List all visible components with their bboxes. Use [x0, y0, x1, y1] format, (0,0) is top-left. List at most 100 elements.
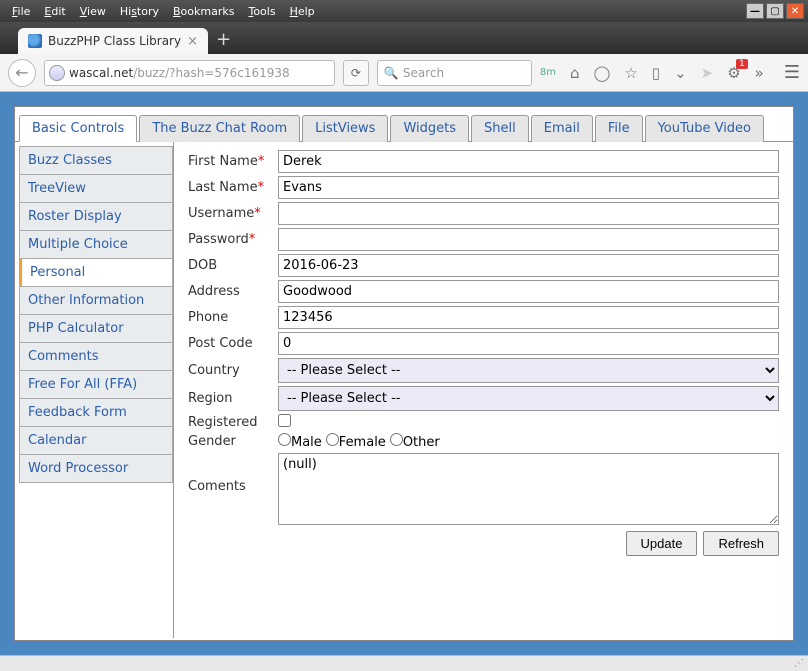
password-input[interactable] [278, 228, 779, 251]
top-tab-the-buzz-chat-room[interactable]: The Buzz Chat Room [139, 115, 300, 142]
post-code-input[interactable] [278, 332, 779, 355]
search-icon: 🔍 [384, 66, 399, 80]
label-last-name: Last Name* [188, 180, 278, 195]
gender-radio-male[interactable] [278, 433, 291, 446]
pocket-icon[interactable]: ⌄ [674, 64, 687, 82]
refresh-button[interactable]: Refresh [703, 531, 779, 556]
label-address: Address [188, 284, 278, 299]
resize-grip-icon[interactable]: ⋰ [794, 658, 804, 669]
comments-textarea[interactable]: (null) [278, 453, 779, 525]
address-input[interactable] [278, 280, 779, 303]
menu-file[interactable]: File [6, 3, 36, 20]
overflow-button[interactable]: » [755, 64, 764, 82]
sidebar: Buzz ClassesTreeViewRoster DisplayMultip… [15, 142, 173, 638]
new-tab-button[interactable]: + [216, 29, 231, 50]
url-path: /buzz/?hash=576c161938 [133, 66, 289, 80]
sidebar-item-treeview[interactable]: TreeView [19, 174, 173, 202]
form-panel: First Name* Last Name* Username* Passwor… [173, 142, 793, 638]
menu-tools[interactable]: Tools [242, 3, 281, 20]
region-select[interactable]: -- Please Select -- [278, 386, 779, 411]
page-background: Basic ControlsThe Buzz Chat RoomListView… [0, 92, 808, 655]
registered-checkbox[interactable] [278, 414, 291, 427]
browser-tab[interactable]: BuzzPHP Class Library × [18, 28, 208, 54]
addon-badge: 1 [736, 59, 748, 69]
top-tab-email[interactable]: Email [531, 115, 593, 142]
browser-toolbar: ← wascal.net/buzz/?hash=576c161938 ⟳ 🔍 S… [0, 54, 808, 92]
hamburger-menu-icon[interactable]: ☰ [784, 62, 800, 83]
gender-radio-female[interactable] [326, 433, 339, 446]
top-tab-basic-controls[interactable]: Basic Controls [19, 115, 137, 142]
sidebar-item-personal[interactable]: Personal [19, 258, 173, 286]
sidebar-item-other-information[interactable]: Other Information [19, 286, 173, 314]
sidebar-item-word-processor[interactable]: Word Processor [19, 454, 173, 483]
maximize-button[interactable]: ▢ [766, 3, 784, 19]
first-name-input[interactable] [278, 150, 779, 173]
dob-input[interactable] [278, 254, 779, 277]
gender-option-male[interactable]: Male [278, 433, 322, 450]
gender-option-other[interactable]: Other [390, 433, 440, 450]
sidebar-item-multiple-choice[interactable]: Multiple Choice [19, 230, 173, 258]
update-button[interactable]: Update [626, 531, 698, 556]
addon-icon[interactable]: ⚙1 [727, 64, 740, 82]
content-row: Buzz ClassesTreeViewRoster DisplayMultip… [15, 141, 793, 638]
window-controls: — ▢ ✕ [746, 3, 808, 19]
minimize-button[interactable]: — [746, 3, 764, 19]
toolbar-icons: 8m ⌂ ◯ ☆ ▯ ⌄ ➤ ⚙1 » ☰ [540, 62, 800, 83]
bookmark-star-icon[interactable]: ☆ [624, 64, 637, 82]
menu-bar: File Edit View History Bookmarks Tools H… [0, 3, 321, 20]
menu-bookmarks[interactable]: Bookmarks [167, 3, 240, 20]
top-tab-listviews[interactable]: ListViews [302, 115, 388, 142]
label-comments: Coments [188, 453, 278, 494]
phone-input[interactable] [278, 306, 779, 329]
sidebar-item-buzz-classes[interactable]: Buzz Classes [19, 146, 173, 174]
close-button[interactable]: ✕ [786, 3, 804, 19]
tab-close-icon[interactable]: × [187, 34, 198, 49]
gender-radio-group: Male Female Other [278, 433, 440, 450]
label-country: Country [188, 363, 278, 378]
menu-view[interactable]: View [74, 3, 112, 20]
top-tab-shell[interactable]: Shell [471, 115, 529, 142]
username-input[interactable] [278, 202, 779, 225]
window-titlebar: File Edit View History Bookmarks Tools H… [0, 0, 808, 22]
menu-edit[interactable]: Edit [38, 3, 71, 20]
timer-indicator[interactable]: 8m [540, 67, 556, 78]
label-registered: Registered [188, 415, 278, 430]
reload-button[interactable]: ⟳ [343, 60, 369, 86]
main-tabs: Basic ControlsThe Buzz Chat RoomListView… [15, 107, 793, 142]
top-tab-youtube-video[interactable]: YouTube Video [645, 115, 764, 142]
top-tab-file[interactable]: File [595, 115, 643, 142]
sidebar-item-feedback-form[interactable]: Feedback Form [19, 398, 173, 426]
label-username: Username* [188, 206, 278, 221]
url-host: wascal.net [69, 66, 133, 80]
sidebar-item-calendar[interactable]: Calendar [19, 426, 173, 454]
sidebar-item-comments[interactable]: Comments [19, 342, 173, 370]
country-select[interactable]: -- Please Select -- [278, 358, 779, 383]
sidebar-item-free-for-all-ffa-[interactable]: Free For All (FFA) [19, 370, 173, 398]
label-gender: Gender [188, 434, 278, 449]
globe-icon [49, 65, 65, 81]
home-icon[interactable]: ⌂ [570, 64, 580, 82]
gender-radio-other[interactable] [390, 433, 403, 446]
top-tab-widgets[interactable]: Widgets [390, 115, 469, 142]
page-card: Basic ControlsThe Buzz Chat RoomListView… [14, 106, 794, 641]
last-name-input[interactable] [278, 176, 779, 199]
search-box[interactable]: 🔍 Search [377, 60, 532, 86]
search-placeholder: Search [403, 66, 444, 80]
menu-history[interactable]: History [114, 3, 165, 20]
label-region: Region [188, 391, 278, 406]
menu-help[interactable]: Help [284, 3, 321, 20]
send-icon[interactable]: ➤ [701, 64, 714, 82]
back-button[interactable]: ← [8, 59, 36, 87]
status-bar: ⋰ [0, 655, 808, 671]
label-password: Password* [188, 232, 278, 247]
gender-option-female[interactable]: Female [326, 433, 386, 450]
label-first-name: First Name* [188, 154, 278, 169]
sidebar-item-php-calculator[interactable]: PHP Calculator [19, 314, 173, 342]
url-bar[interactable]: wascal.net/buzz/?hash=576c161938 [44, 60, 335, 86]
sidebar-item-roster-display[interactable]: Roster Display [19, 202, 173, 230]
chat-icon[interactable]: ◯ [594, 64, 611, 82]
tab-title: BuzzPHP Class Library [48, 34, 181, 48]
clipboard-icon[interactable]: ▯ [652, 64, 660, 82]
label-dob: DOB [188, 258, 278, 273]
label-post-code: Post Code [188, 336, 278, 351]
